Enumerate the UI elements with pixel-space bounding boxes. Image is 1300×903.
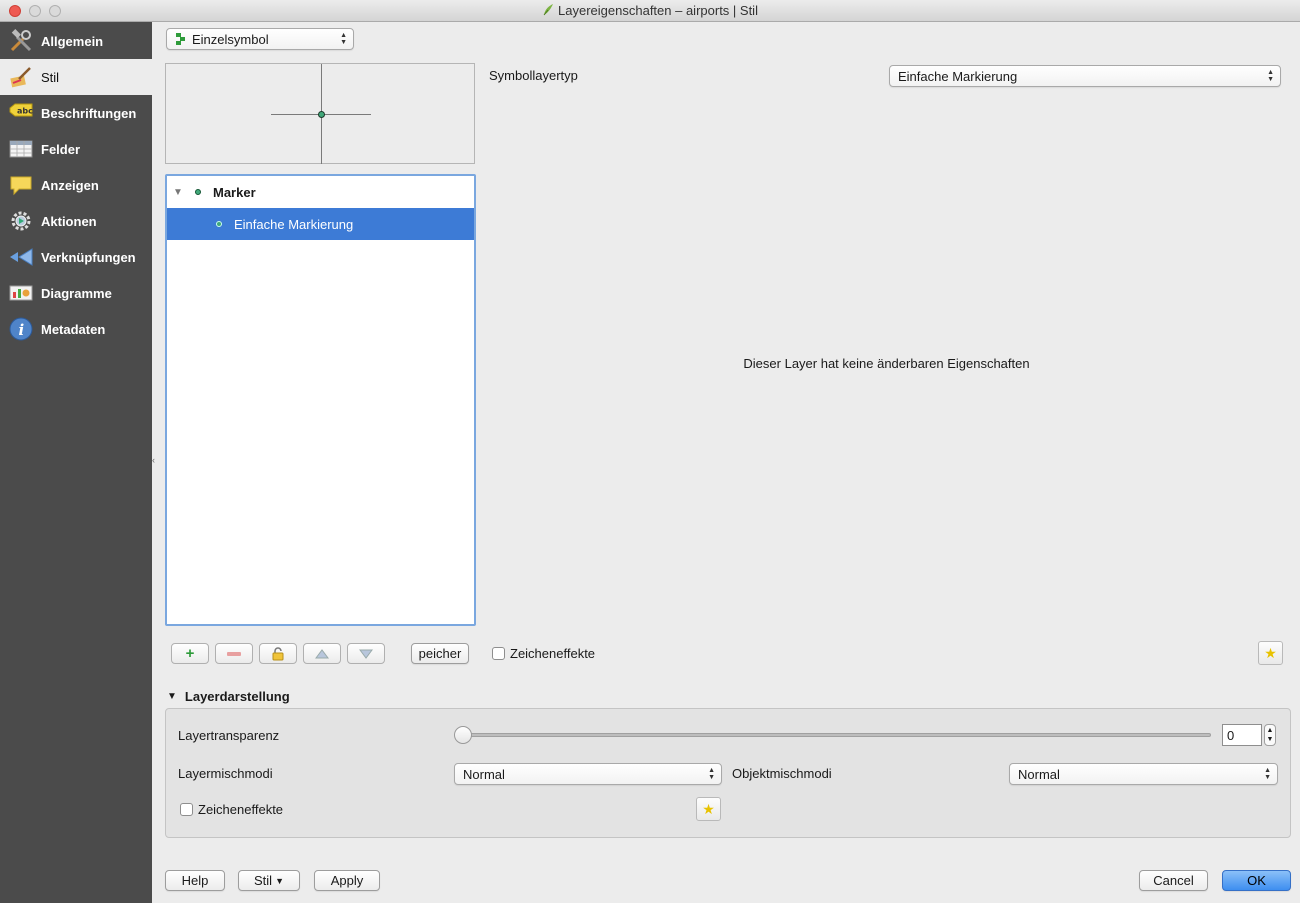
- sidebar-item-beschriftungen[interactable]: abc Beschriftungen: [0, 95, 152, 131]
- style-menu-label: Stil: [254, 873, 273, 888]
- style-menu-button[interactable]: Stil ▼: [238, 870, 300, 891]
- collapse-triangle-icon[interactable]: ▼: [167, 691, 177, 702]
- marker-dot-icon: [195, 189, 201, 195]
- apply-button[interactable]: Apply: [314, 870, 380, 891]
- sidebar-item-stil[interactable]: Stil: [0, 59, 152, 95]
- symbol-layer-type-select[interactable]: Einfache Markierung ▲ ▼: [889, 65, 1281, 87]
- tree-item-label: Einfache Markierung: [234, 216, 354, 232]
- title-bar: Layereigenschaften – airports | Stil: [0, 0, 1300, 22]
- layer-blend-mode-select[interactable]: Normal ▲ ▼: [454, 763, 722, 785]
- sidebar-item-allgemein[interactable]: Allgemein: [0, 23, 152, 59]
- diagram-icon: [9, 281, 33, 305]
- star-icon: ★: [702, 800, 715, 817]
- transparency-label: Layertransparenz: [178, 728, 280, 743]
- sidebar: Allgemein Stil abc Beschriftungen Felder…: [0, 22, 152, 903]
- sidebar-item-diagramme[interactable]: Diagramme: [0, 275, 152, 311]
- save-symbol-button[interactable]: peicher: [411, 643, 469, 664]
- layer-draw-effects-checkbox[interactable]: Zeicheneffekte: [180, 802, 283, 817]
- dropdown-arrow-icon: ▼: [275, 875, 284, 886]
- sidebar-item-label: Metadaten: [41, 321, 106, 337]
- sidebar-item-metadaten[interactable]: i Metadaten: [0, 311, 152, 347]
- sidebar-item-verknuepfungen[interactable]: Verknüpfungen: [0, 239, 152, 275]
- symbol-layer-type-value: Einfache Markierung: [898, 68, 1018, 84]
- tree-item-simple-marker[interactable]: Einfache Markierung: [167, 208, 474, 240]
- checkbox-box[interactable]: [492, 647, 505, 660]
- renderer-select[interactable]: Einzelsymbol ▲ ▼: [166, 28, 354, 50]
- layer-blend-mode-label: Layermischmodi: [178, 766, 273, 781]
- tree-item-marker[interactable]: ▼ Marker: [167, 176, 474, 208]
- draw-effects-checkbox[interactable]: Zeicheneffekte: [492, 646, 595, 661]
- updown-arrows-icon: ▲ ▼: [1267, 69, 1274, 83]
- draw-effects-customize-button[interactable]: ★: [1258, 641, 1283, 665]
- sidebar-item-label: Beschriftungen: [41, 105, 137, 121]
- style-panel: Einzelsymbol ▲ ▼ ▼ Marker Einfache Markie…: [152, 22, 1300, 903]
- cancel-button[interactable]: Cancel: [1139, 870, 1208, 891]
- spinbox-arrows[interactable]: ▲ ▼: [1264, 724, 1276, 746]
- layer-draw-effects-customize-button[interactable]: ★: [696, 797, 721, 821]
- marker-dot-icon: [216, 221, 222, 227]
- single-symbol-icon: [176, 33, 185, 45]
- tools-icon: [9, 29, 33, 53]
- sidebar-item-label: Allgemein: [41, 33, 104, 49]
- sidebar-item-felder[interactable]: Felder: [0, 131, 152, 167]
- ok-button[interactable]: OK: [1222, 870, 1291, 891]
- layer-draw-effects-label: Zeicheneffekte: [198, 802, 284, 817]
- window-title: Layereigenschaften – airports | Stil: [558, 3, 758, 18]
- gear-icon: [9, 209, 33, 233]
- brush-icon: [9, 65, 33, 89]
- layer-rendering-title: Layerdarstellung: [184, 689, 290, 704]
- speech-bubble-icon: [9, 173, 33, 197]
- sidebar-item-label: Verknüpfungen: [41, 249, 136, 265]
- move-up-button[interactable]: [303, 643, 341, 664]
- feature-blend-mode-label: Objektmischmodi: [732, 766, 832, 781]
- lock-icon: [272, 646, 284, 660]
- feature-blend-mode-select[interactable]: Normal ▲ ▼: [1009, 763, 1278, 785]
- updown-arrows-icon: ▲ ▼: [708, 767, 715, 781]
- draw-effects-label: Zeicheneffekte: [510, 646, 596, 661]
- renderer-value: Einzelsymbol: [192, 31, 269, 47]
- sidebar-item-label: Anzeigen: [41, 177, 99, 193]
- symbol-layer-tree: ▼ Marker Einfache Markierung: [165, 174, 476, 626]
- sidebar-item-label: Diagramme: [41, 285, 112, 301]
- preview-marker-dot: [318, 111, 325, 118]
- feature-blend-mode-value: Normal: [1018, 766, 1060, 782]
- sidebar-item-aktionen[interactable]: Aktionen: [0, 203, 152, 239]
- sidebar-item-label: Felder: [41, 141, 81, 157]
- tree-item-label: Marker: [213, 184, 256, 200]
- symbol-preview: [165, 63, 475, 164]
- symbol-layer-type-label: Symbollayertyp: [489, 68, 578, 83]
- star-icon: ★: [1264, 644, 1277, 661]
- arrow-down-icon: [359, 649, 373, 659]
- lock-layer-button[interactable]: [259, 643, 297, 664]
- remove-layer-button[interactable]: [215, 643, 253, 664]
- svg-text:abc: abc: [17, 107, 33, 116]
- sidebar-item-anzeigen[interactable]: Anzeigen: [0, 167, 152, 203]
- plus-icon: +: [185, 645, 195, 662]
- add-layer-button[interactable]: +: [171, 643, 209, 664]
- info-icon: i: [9, 317, 33, 341]
- window-title-wrap: Layereigenschaften – airports | Stil: [0, 3, 1300, 18]
- help-button[interactable]: Help: [165, 870, 225, 891]
- svg-text:i: i: [19, 321, 25, 339]
- move-down-button[interactable]: [347, 643, 385, 664]
- transparency-slider-track[interactable]: [455, 733, 1211, 737]
- arrow-up-icon: [315, 648, 329, 658]
- table-icon: [9, 137, 33, 161]
- sidebar-item-label: Stil: [41, 69, 60, 85]
- qgis-icon: [543, 4, 554, 16]
- checkbox-box[interactable]: [180, 803, 193, 816]
- transparency-spinbox[interactable]: 0: [1222, 724, 1262, 746]
- layer-blend-mode-value: Normal: [463, 766, 505, 782]
- layer-rendering-header[interactable]: ▼ Layerdarstellung: [167, 689, 290, 704]
- updown-arrows-icon: ▲ ▼: [1264, 767, 1271, 781]
- abc-label-icon: abc: [9, 101, 33, 125]
- expand-triangle-icon[interactable]: ▼: [173, 187, 195, 198]
- minus-icon: [227, 651, 241, 656]
- join-icon: [9, 245, 33, 269]
- sidebar-item-label: Aktionen: [41, 213, 97, 229]
- transparency-slider-handle[interactable]: [454, 726, 472, 744]
- updown-arrows-icon: ▲ ▼: [340, 32, 347, 46]
- no-properties-message: Dieser Layer hat keine änderbaren Eigens…: [743, 356, 1030, 371]
